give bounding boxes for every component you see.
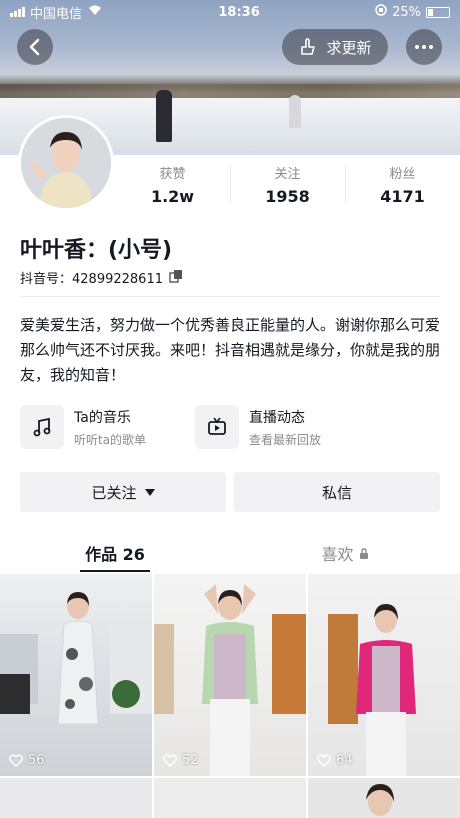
video-thumbnail[interactable]: 56: [0, 574, 152, 776]
back-button[interactable]: [17, 29, 53, 65]
message-button[interactable]: 私信: [234, 472, 440, 512]
live-shortcut-subtitle: 查看最新回放: [249, 432, 322, 447]
video-thumbnail[interactable]: [0, 778, 152, 818]
request-update-label: 求更新: [326, 38, 372, 57]
stat-likes[interactable]: 获赞 1.2w: [115, 155, 230, 213]
profile-stats: 获赞 1.2w 关注 1958 粉丝 4171: [115, 155, 460, 213]
profile-name: 叶叶香：(小号): [20, 238, 173, 263]
stat-label: 获赞: [159, 166, 186, 182]
avatar[interactable]: [18, 115, 114, 211]
battery-icon: [426, 6, 450, 18]
heart-icon: [9, 754, 23, 767]
douyin-id: 抖音号：42899228611: [20, 272, 163, 287]
lock-icon: [359, 547, 368, 559]
stat-value: 4171: [380, 186, 425, 206]
video-thumbnail[interactable]: 52: [154, 574, 306, 776]
request-update-button[interactable]: 求更新: [282, 29, 388, 65]
live-shortcut-title: 直播动态: [249, 409, 305, 426]
tab-works[interactable]: 作品 26: [0, 534, 230, 572]
tab-active-indicator: [80, 570, 150, 572]
divider: [20, 296, 440, 297]
video-likes: 64: [317, 753, 353, 768]
signal-icon: [10, 7, 25, 17]
message-label: 私信: [321, 483, 352, 502]
stat-following[interactable]: 关注 1958: [230, 155, 345, 213]
stat-followers[interactable]: 粉丝 4171: [345, 155, 460, 213]
cover-treeline: [0, 84, 460, 98]
tab-likes-label: 喜欢: [321, 545, 354, 564]
video-thumbnail[interactable]: [308, 778, 460, 818]
clock: 18:36: [218, 4, 260, 20]
video-likes: 52: [163, 753, 199, 768]
following-label: 已关注: [91, 483, 137, 502]
more-button[interactable]: [406, 29, 442, 65]
more-dots-icon: [415, 45, 433, 49]
tab-likes[interactable]: 喜欢: [230, 534, 460, 572]
video-thumbnail[interactable]: [154, 778, 306, 818]
rotation-lock-icon: [375, 4, 387, 20]
video-likes-count: 56: [28, 753, 45, 768]
cover-person-1: [156, 90, 172, 142]
content-tabs: 作品 26 喜欢: [0, 534, 460, 572]
music-shortcut-subtitle: 听听ta的歌单: [74, 432, 147, 447]
status-bar: 中国电信 18:36 25%: [0, 0, 460, 24]
live-tv-icon: [195, 405, 239, 449]
video-likes-count: 64: [336, 753, 353, 768]
video-thumbnail[interactable]: 64: [308, 574, 460, 776]
douyin-id-row: 抖音号：42899228611: [20, 268, 183, 287]
following-button[interactable]: 已关注: [20, 472, 226, 512]
carrier-label: 中国电信: [30, 6, 83, 22]
cover-person-2: [289, 95, 301, 128]
hand-pointer-icon: [301, 38, 316, 55]
music-note-icon: [20, 405, 64, 449]
music-shortcut[interactable]: Ta的音乐 听听ta的歌单: [20, 405, 146, 449]
stat-label: 关注: [274, 166, 301, 182]
tab-works-label: 作品 26: [85, 545, 145, 564]
music-shortcut-title: Ta的音乐: [74, 409, 131, 426]
stat-value: 1958: [265, 186, 310, 206]
video-likes: 56: [9, 753, 45, 768]
video-likes-count: 52: [182, 753, 199, 768]
stat-label: 粉丝: [389, 166, 416, 182]
battery-percent: 25%: [392, 4, 421, 20]
live-shortcut[interactable]: 直播动态 查看最新回放: [195, 405, 321, 449]
heart-icon: [163, 754, 177, 767]
stat-value: 1.2w: [150, 186, 195, 206]
heart-icon: [317, 754, 331, 767]
caret-down-icon: [144, 488, 155, 496]
profile-bio: 爱美爱生活，努力做一个优秀善良正能量的人。谢谢你那么可爱那么帅气还不讨厌我。来吧…: [20, 316, 441, 384]
chevron-left-icon: [29, 38, 40, 56]
copy-icon[interactable]: [169, 269, 183, 287]
wifi-icon: [87, 4, 103, 20]
